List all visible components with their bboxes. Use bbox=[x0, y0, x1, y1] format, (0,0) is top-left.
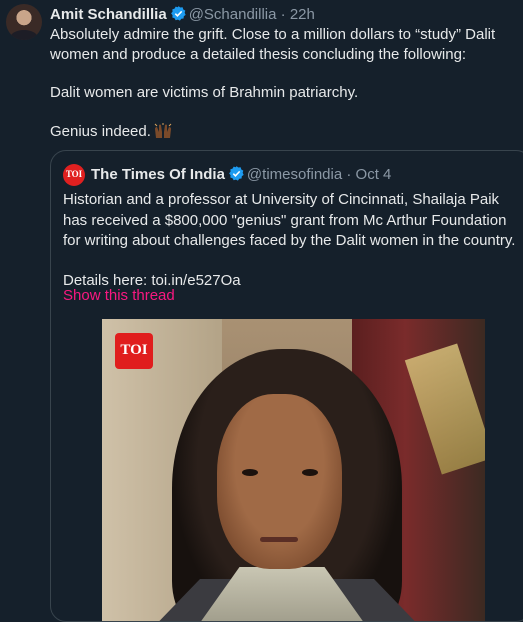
tweet-body: Absolutely admire the grift. Close to a … bbox=[50, 25, 516, 141]
author-handle[interactable]: @Schandillia bbox=[189, 6, 277, 23]
toi-avatar[interactable]: TOI bbox=[63, 164, 85, 186]
tweet-paragraph: Absolutely admire the grift. Close to a … bbox=[50, 26, 496, 63]
portrait-eye bbox=[302, 469, 318, 476]
header-separator: · bbox=[280, 6, 286, 23]
quoted-tweet-body: Historian and a professor at University … bbox=[63, 190, 518, 291]
quoted-media-image[interactable]: TOI bbox=[102, 319, 485, 621]
show-thread-link[interactable]: Show this thread bbox=[63, 287, 175, 304]
toi-logo-badge: TOI bbox=[115, 333, 153, 369]
portrait-face bbox=[217, 394, 342, 569]
tweet-paragraph: Genius indeed. bbox=[50, 122, 516, 142]
quoted-tweet-date[interactable]: Oct 4 bbox=[356, 166, 392, 183]
verified-badge-icon bbox=[170, 6, 186, 21]
author-avatar[interactable] bbox=[6, 4, 42, 40]
author-name[interactable]: Amit Schandillia bbox=[50, 6, 167, 23]
tweet-header: Amit Schandillia @Schandillia · 22h bbox=[50, 5, 315, 23]
header-separator: · bbox=[346, 166, 352, 183]
quoted-tweet[interactable]: TOI The Times Of India @timesofindia · Oc… bbox=[50, 150, 523, 622]
raised-hands-emoji-icon bbox=[154, 122, 172, 138]
quoted-paragraph: Historian and a professor at University … bbox=[63, 191, 516, 249]
tweet-time[interactable]: 22h bbox=[290, 6, 315, 23]
quoted-author-name[interactable]: The Times Of India bbox=[91, 166, 225, 183]
tweet-paragraph: Dalit women are victims of Brahmin patri… bbox=[50, 84, 359, 101]
portrait-mouth bbox=[260, 537, 298, 542]
verified-badge-icon bbox=[229, 166, 244, 181]
quoted-author-handle[interactable]: @timesofindia bbox=[247, 166, 342, 183]
portrait-eye bbox=[242, 469, 258, 476]
quoted-tweet-header: The Times Of India @timesofindia · Oct 4 bbox=[91, 165, 391, 183]
